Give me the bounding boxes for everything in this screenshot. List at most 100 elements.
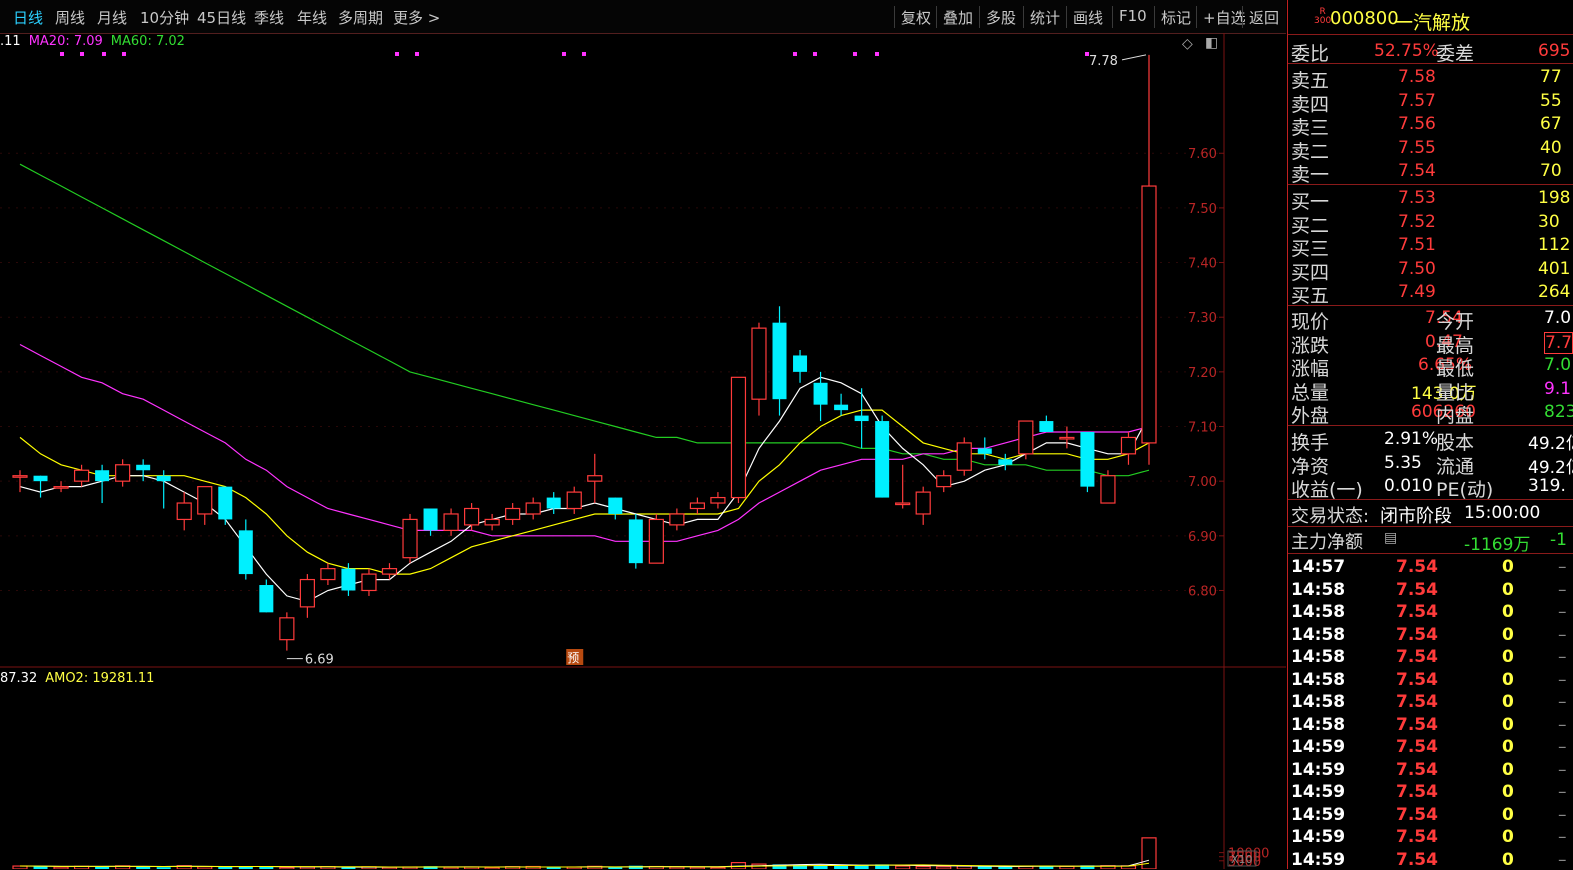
tool-button-7[interactable]: +自选 [1203, 7, 1246, 28]
candle-body-down[interactable] [608, 497, 623, 514]
candle-body-up[interactable] [525, 502, 541, 515]
candle-body-down[interactable] [1039, 421, 1054, 432]
candle-body-up[interactable] [505, 507, 521, 521]
period-tab-3[interactable]: 10分钟 [140, 7, 189, 28]
candle-body-down[interactable] [854, 415, 869, 422]
candle-body-down[interactable] [218, 486, 233, 520]
period-tab-1[interactable]: 周线 [55, 7, 85, 28]
tool-button-0[interactable]: 复权 [901, 7, 931, 28]
stock-code: 000800 [1330, 8, 1399, 29]
period-tab-4[interactable]: 45日线 [197, 7, 246, 28]
candle-body-up[interactable] [279, 617, 295, 641]
tick-price: 7.54 [1396, 579, 1438, 600]
period-tab-2[interactable]: 月线 [97, 7, 127, 28]
price-axis-label: 7.50 [1188, 202, 1217, 217]
signal-dot [60, 52, 64, 56]
volume-bar-down [834, 865, 849, 869]
candle-body-up[interactable] [402, 518, 418, 559]
period-tab-7[interactable]: 多周期 [338, 7, 383, 28]
candle-body-down[interactable] [136, 464, 151, 471]
tool-button-1[interactable]: 叠加 [943, 7, 973, 28]
candle-body-down[interactable] [95, 470, 110, 482]
diamond-icon[interactable]: ◇ [1182, 36, 1193, 52]
candle-body-up[interactable] [689, 502, 706, 510]
candle-body-up[interactable] [730, 376, 747, 499]
kline-chart[interactable]: 7.60 7.50 7.40 7.30 7.20 7.10 7.00 6.90 6.80 7.78… [0, 33, 1286, 869]
candle-body-up[interactable] [751, 327, 767, 400]
candle-body-up[interactable] [1141, 185, 1157, 444]
candle-body-up[interactable] [464, 507, 480, 526]
candle-body-down[interactable] [977, 448, 992, 454]
candle-body-down[interactable] [628, 519, 643, 564]
candle-body-down[interactable] [793, 355, 808, 372]
candle-body-up[interactable] [361, 573, 377, 592]
candle-body-down[interactable] [546, 497, 561, 509]
candle-body-down[interactable] [1080, 431, 1095, 487]
candle-body-down[interactable] [834, 404, 849, 411]
period-tab-5[interactable]: 季线 [254, 7, 284, 28]
signal-dot [122, 52, 126, 56]
candle-body-up[interactable] [566, 491, 582, 510]
tool-button-3[interactable]: 统计 [1030, 7, 1060, 28]
candle-body-down[interactable] [813, 382, 828, 405]
panel-toggle-icon[interactable]: ◧ [1205, 35, 1218, 51]
candle-body-up[interactable] [895, 502, 911, 506]
candle-body-down[interactable] [772, 322, 787, 400]
period-tab-6[interactable]: 年线 [297, 7, 327, 28]
list-icon[interactable]: ▤ [1384, 530, 1397, 546]
tick-price: 7.54 [1396, 624, 1438, 645]
tool-button-5[interactable]: F10 [1119, 7, 1147, 25]
candle-body-up[interactable] [710, 496, 726, 504]
tick-volume: 0 [1502, 804, 1514, 825]
candle-body-up[interactable] [115, 464, 131, 482]
sell-level-volume: 40 [1540, 137, 1562, 158]
price-axis-label: 7.20 [1188, 366, 1217, 381]
candle-body-down[interactable] [341, 568, 356, 591]
candle-body-up[interactable] [443, 513, 459, 531]
candle-body-up[interactable] [648, 518, 664, 564]
tool-button-4[interactable]: 画线 [1073, 7, 1103, 28]
candle-body-up[interactable] [1100, 475, 1116, 504]
candle-body-down[interactable] [33, 475, 48, 482]
kline-svg[interactable]: 7.60 7.50 7.40 7.30 7.20 7.10 7.00 6.90 6.80 7.78… [0, 33, 1286, 869]
candle-body-up[interactable] [381, 568, 398, 575]
candle-body-down[interactable] [423, 508, 438, 531]
sell-level-volume: 67 [1540, 114, 1562, 135]
candle-body-down[interactable] [156, 475, 171, 482]
candle-body-up[interactable] [587, 475, 603, 482]
candle-body-up[interactable] [1018, 420, 1034, 455]
candle-body-down[interactable] [875, 421, 890, 498]
candle-body-up[interactable] [669, 513, 685, 526]
period-tab-0[interactable]: 日线 [13, 7, 43, 28]
tick-price: 7.54 [1396, 849, 1438, 870]
candle-body-up[interactable] [1059, 436, 1075, 440]
candle-body-up[interactable] [1120, 436, 1137, 455]
candle-body-up[interactable] [73, 469, 90, 482]
tick-volume: 0 [1502, 714, 1514, 735]
tick-flag: – [1558, 692, 1567, 712]
candle-body-up[interactable] [484, 518, 500, 526]
candle-body-up[interactable] [320, 568, 336, 581]
candle-body-up[interactable] [299, 578, 315, 608]
tool-button-6[interactable]: 标记 [1161, 7, 1191, 28]
sell-level-price: 7.54 [1398, 161, 1436, 182]
candle-body-up[interactable] [197, 486, 213, 515]
candle-body-down[interactable] [259, 585, 274, 613]
tool-button-8[interactable]: 返回 [1249, 7, 1279, 28]
candle-body-up[interactable] [936, 475, 952, 488]
tool-button-2[interactable]: 多股 [986, 7, 1016, 28]
tick-flag: – [1558, 602, 1567, 622]
candle-body-down[interactable] [998, 459, 1013, 465]
candle-body-up[interactable] [176, 502, 192, 521]
candle-body-up[interactable] [12, 475, 28, 478]
tick-volume: 0 [1502, 759, 1514, 780]
tick-time: 14:58 [1291, 647, 1346, 667]
tick-price: 7.54 [1396, 737, 1438, 757]
period-tab-8[interactable]: 更多 > [393, 7, 440, 28]
candle-body-up[interactable] [53, 486, 69, 489]
candle-body-up[interactable] [956, 442, 972, 471]
tick-time: 14:58 [1291, 579, 1346, 600]
candle-body-down[interactable] [238, 530, 253, 575]
candle-body-up[interactable] [915, 491, 931, 515]
price-axis-label: 7.10 [1188, 421, 1217, 436]
